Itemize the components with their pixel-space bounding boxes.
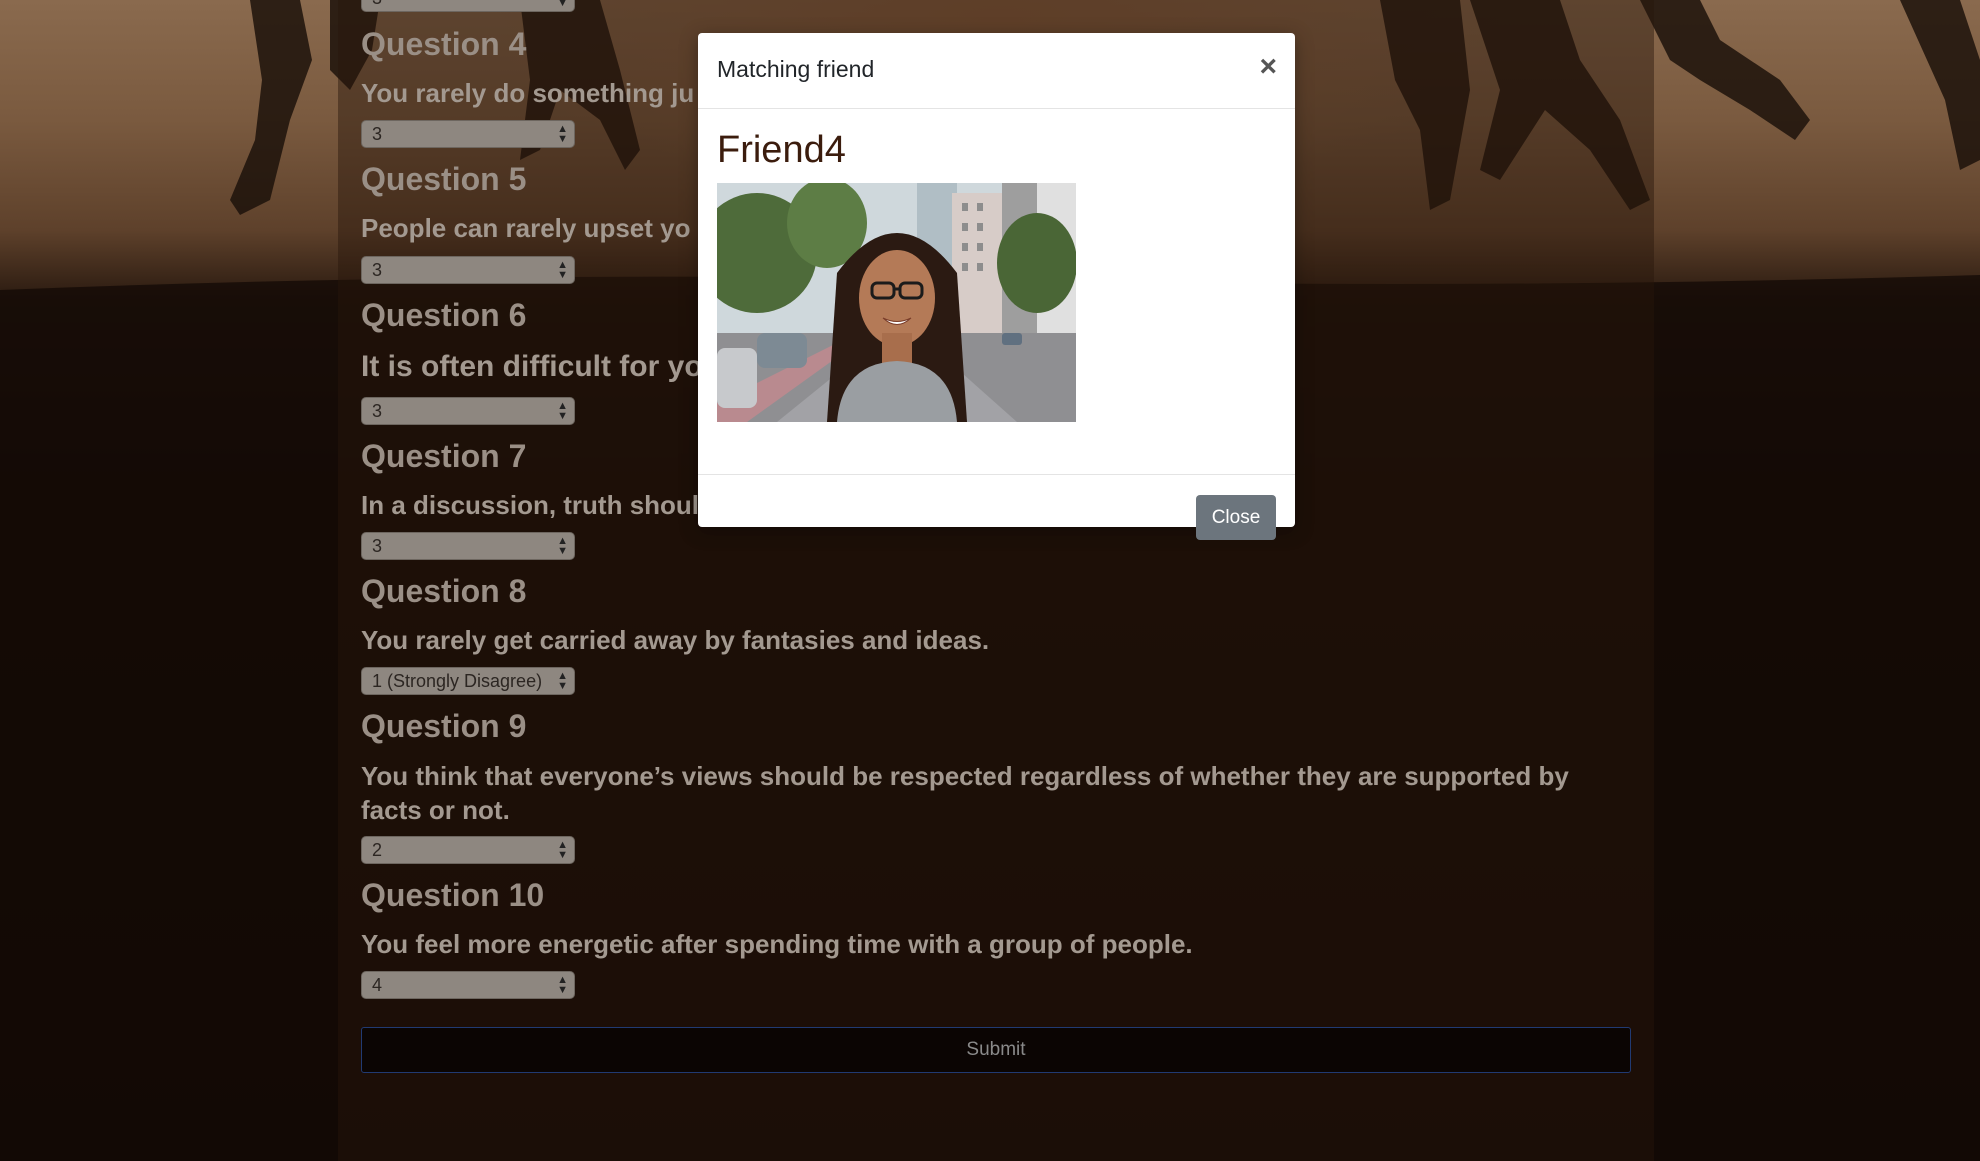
modal-footer: Close bbox=[698, 475, 1295, 540]
question-block: Question 8 bbox=[361, 573, 526, 610]
question-9-select[interactable]: 2 ▲ ▼ bbox=[361, 836, 575, 864]
question-block: Question 9 bbox=[361, 708, 526, 745]
friend-name: Friend4 bbox=[717, 129, 846, 171]
select-value: 4 bbox=[372, 975, 383, 995]
select-value: 3 bbox=[372, 124, 383, 144]
select-value: 3 bbox=[372, 536, 383, 556]
question-text-wrapper: You feel more energetic after spending t… bbox=[361, 929, 1193, 960]
question-block: Question 6 bbox=[361, 297, 526, 334]
question-6-select[interactable]: 3 ▲ ▼ bbox=[361, 397, 575, 425]
modal-body: Friend4 bbox=[698, 109, 1295, 475]
close-button[interactable]: Close bbox=[1196, 495, 1276, 540]
select-arrows-icon: ▲▼ bbox=[557, 0, 568, 9]
question-block: Question 5 bbox=[361, 161, 526, 198]
question-block: Question 10 bbox=[361, 877, 544, 914]
select-arrows-icon: ▲▼ bbox=[557, 670, 568, 692]
select-value: 2 bbox=[372, 840, 383, 860]
select-value: 3 bbox=[372, 401, 383, 421]
question-title: Question 9 bbox=[361, 708, 527, 744]
select-arrows-icon: ▲▼ bbox=[557, 400, 568, 422]
question-text: People can rarely upset yo bbox=[361, 213, 691, 243]
question-text: You rarely get carried away by fantasies… bbox=[361, 625, 990, 655]
modal-header: Matching friend × bbox=[698, 33, 1295, 109]
select-value: 3 bbox=[372, 0, 382, 8]
question-10-select[interactable]: 4 ▲ ▼ bbox=[361, 971, 575, 999]
question-text-wrapper: People can rarely upset yo bbox=[361, 213, 690, 244]
select-value: 3 bbox=[372, 260, 383, 280]
select-arrows-icon: ▲▼ bbox=[557, 535, 568, 557]
question-text: You feel more energetic after spending t… bbox=[361, 929, 1193, 959]
question-block: Question 4 bbox=[361, 26, 526, 63]
select-value: 1 (Strongly Disagree) bbox=[372, 671, 543, 691]
question-title: Question 10 bbox=[361, 877, 545, 913]
question-3-select[interactable]: 3 ▲▼ bbox=[361, 0, 575, 12]
question-text-wrapper: You think that everyone’s views should b… bbox=[361, 759, 1611, 827]
question-block: Question 7 bbox=[361, 438, 526, 475]
question-text: It is often difficult for yo bbox=[361, 350, 703, 383]
question-text: You rarely do something ju bbox=[361, 78, 695, 108]
select-arrows-icon: ▲▼ bbox=[557, 839, 568, 861]
question-title: Question 7 bbox=[361, 438, 527, 474]
question-text: In a discussion, truth shoul bbox=[361, 490, 700, 520]
question-5-select[interactable]: 3 ▲ ▼ bbox=[361, 256, 575, 284]
question-title: Question 5 bbox=[361, 161, 527, 197]
question-4-select[interactable]: 3 ▲ ▼ bbox=[361, 120, 575, 148]
question-text-wrapper: In a discussion, truth shoul bbox=[361, 490, 699, 521]
question-8-select[interactable]: 1 (Strongly Disagree) ▲ ▼ bbox=[361, 667, 575, 695]
question-text-wrapper: It is often difficult for yo bbox=[361, 350, 703, 384]
select-arrows-icon: ▲▼ bbox=[557, 974, 568, 996]
modal-title: Matching friend bbox=[717, 56, 875, 82]
question-text-wrapper: You rarely do something ju bbox=[361, 78, 694, 109]
question-7-select[interactable]: 3 ▲ ▼ bbox=[361, 532, 575, 560]
friend-photo bbox=[717, 183, 1076, 422]
question-text-wrapper: You rarely get carried away by fantasies… bbox=[361, 625, 989, 656]
submit-button[interactable]: Submit bbox=[361, 1027, 1631, 1073]
select-arrows-icon: ▲▼ bbox=[557, 259, 568, 281]
question-title: Question 8 bbox=[361, 573, 527, 609]
select-arrows-icon: ▲▼ bbox=[557, 123, 568, 145]
question-title: Question 6 bbox=[361, 297, 527, 333]
question-title: Question 4 bbox=[361, 26, 527, 62]
question-text: You think that everyone’s views should b… bbox=[361, 761, 1569, 825]
close-icon[interactable]: × bbox=[1259, 50, 1277, 84]
matching-friend-modal: Matching friend × Friend4 Close bbox=[698, 33, 1295, 540]
